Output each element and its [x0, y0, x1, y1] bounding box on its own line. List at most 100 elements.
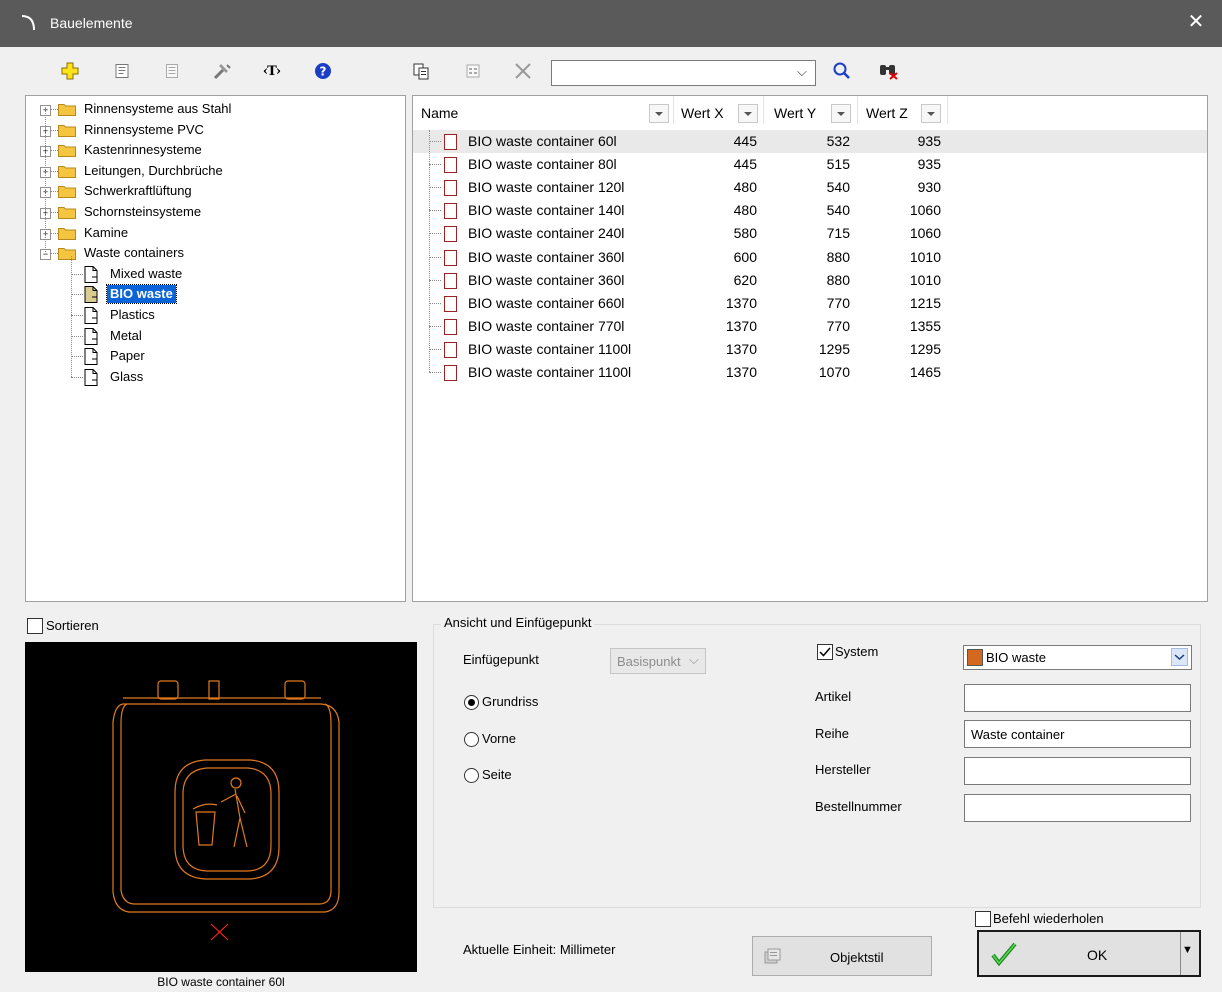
- search-icon[interactable]: [829, 58, 855, 84]
- help-icon[interactable]: ?: [310, 58, 336, 84]
- column-filter-z[interactable]: [921, 104, 941, 123]
- caret-down-icon[interactable]: ▼: [1182, 944, 1193, 956]
- insertpoint-value: Basispunkt: [617, 654, 681, 669]
- row-x: 580: [733, 225, 757, 242]
- row-y: 540: [826, 179, 850, 196]
- tree-folder[interactable]: + Schornsteinsysteme: [26, 202, 404, 222]
- tree-folder[interactable]: + Kamine: [26, 223, 404, 243]
- row-name: BIO waste container 1100l: [468, 364, 632, 380]
- copy-icon[interactable]: [408, 58, 434, 84]
- view-radio-2[interactable]: [464, 768, 479, 783]
- column-header-y[interactable]: Wert Y: [774, 96, 816, 130]
- item-checkbox-icon[interactable]: [444, 157, 457, 174]
- tree-folder-label: Schornsteinsysteme: [84, 204, 202, 219]
- tree-item[interactable]: Plastics: [26, 305, 404, 325]
- row-z: 1215: [909, 294, 941, 311]
- tree-folder[interactable]: + Rinnensysteme PVC: [26, 120, 404, 140]
- table-row[interactable]: BIO waste container 140l 480 540 1060: [413, 199, 1207, 222]
- sort-checkbox[interactable]: [27, 618, 43, 634]
- row-x: 445: [733, 156, 757, 173]
- selected-document-icon: [84, 286, 98, 304]
- item-checkbox-icon[interactable]: [444, 318, 457, 335]
- close-icon[interactable]: ✕: [1184, 10, 1208, 34]
- tree-item[interactable]: Metal: [26, 326, 404, 346]
- ok-button[interactable]: OK ▼: [977, 930, 1201, 977]
- tools-icon[interactable]: [209, 58, 235, 84]
- folder-icon: [58, 124, 76, 137]
- list-icon[interactable]: [159, 58, 185, 84]
- reihe-field[interactable]: Waste container: [964, 720, 1191, 748]
- chevron-down-icon[interactable]: [1171, 648, 1188, 666]
- item-checkbox-icon[interactable]: [444, 295, 457, 312]
- column-header-z[interactable]: Wert Z: [866, 96, 908, 130]
- title-bar: Bauelemente ✕: [0, 0, 1222, 47]
- system-checkbox[interactable]: [817, 644, 833, 660]
- delete-icon[interactable]: [510, 58, 536, 84]
- row-z: 935: [917, 133, 941, 149]
- category-tree[interactable]: + Rinnensysteme aus Stahl + Rinnensystem…: [25, 95, 406, 602]
- artikel-field[interactable]: [964, 684, 1191, 712]
- tree-folder-label: Kamine: [84, 224, 129, 240]
- table-row[interactable]: BIO waste container 240l 580 715 1060: [413, 222, 1207, 245]
- table-row[interactable]: BIO waste container 660l 1370 770 1215: [413, 292, 1207, 315]
- item-checkbox-icon[interactable]: [444, 180, 457, 197]
- item-checkbox-icon[interactable]: [444, 226, 457, 243]
- search-combobox[interactable]: ⌵: [551, 60, 816, 86]
- table-row[interactable]: BIO waste container 1100l 1370 1295 1295: [413, 338, 1207, 361]
- table-row[interactable]: BIO waste container 1100l 1370 1070 1465: [413, 361, 1207, 384]
- sort-label: Sortieren: [46, 618, 99, 633]
- tree-folder[interactable]: + Rinnensysteme aus Stahl: [26, 99, 404, 119]
- text-icon[interactable]: ‹T›: [259, 58, 285, 84]
- column-filter-name[interactable]: [649, 104, 669, 123]
- item-checkbox-icon[interactable]: [444, 134, 457, 150]
- folder-icon: [58, 227, 76, 240]
- tree-item[interactable]: Glass: [26, 367, 404, 387]
- tree-item[interactable]: BIO waste: [26, 284, 404, 305]
- hersteller-field[interactable]: [964, 757, 1191, 785]
- element-list[interactable]: Name Wert X Wert Y Wert Z BIO waste cont…: [412, 95, 1208, 602]
- table-row[interactable]: BIO waste container 770l 1370 770 1355: [413, 315, 1207, 338]
- add-icon[interactable]: [57, 58, 83, 84]
- column-header-x[interactable]: Wert X: [681, 96, 724, 130]
- column-filter-x[interactable]: [738, 104, 758, 123]
- view-radio-0[interactable]: [464, 695, 479, 710]
- item-checkbox-icon[interactable]: [444, 341, 457, 358]
- view-radio-label: Vorne: [482, 731, 516, 746]
- table-icon[interactable]: [460, 58, 486, 84]
- repeat-label: Befehl wiederholen: [993, 911, 1104, 926]
- tree-item[interactable]: Mixed waste: [26, 264, 404, 284]
- row-name: BIO waste container 1100l: [468, 340, 632, 357]
- chevron-down-icon[interactable]: ⌵: [797, 64, 807, 80]
- row-y: 532: [826, 133, 850, 149]
- binoculars-icon[interactable]: [875, 58, 901, 84]
- item-checkbox-icon[interactable]: [444, 365, 457, 381]
- item-checkbox-icon[interactable]: [444, 249, 457, 266]
- table-row[interactable]: BIO waste container 360l 600 880 1010: [413, 246, 1207, 269]
- repeat-checkbox[interactable]: [975, 911, 991, 927]
- hersteller-label: Hersteller: [815, 762, 871, 777]
- objektstil-button[interactable]: Objektstil: [752, 936, 932, 976]
- table-row[interactable]: BIO waste container 60l 445 532 935: [413, 130, 1207, 153]
- insertpoint-select[interactable]: Basispunkt ⌵: [610, 648, 706, 674]
- system-select[interactable]: BIO waste: [963, 645, 1192, 670]
- tree-folder[interactable]: + Leitungen, Durchbrüche: [26, 161, 404, 181]
- table-row[interactable]: BIO waste container 360l 620 880 1010: [413, 269, 1207, 292]
- item-checkbox-icon[interactable]: [444, 203, 457, 220]
- bestellnummer-field[interactable]: [964, 794, 1191, 822]
- tree-item[interactable]: Paper: [26, 346, 404, 366]
- table-row[interactable]: BIO waste container 80l 445 515 935: [413, 153, 1207, 176]
- item-checkbox-icon[interactable]: [444, 272, 457, 289]
- table-row[interactable]: BIO waste container 120l 480 540 930: [413, 176, 1207, 199]
- properties-icon[interactable]: [109, 58, 135, 84]
- column-filter-y[interactable]: [831, 104, 851, 123]
- ok-label: OK: [1087, 947, 1108, 963]
- tree-folder[interactable]: + Schwerkraftlüftung: [26, 181, 404, 201]
- view-radio-label: Seite: [482, 767, 512, 782]
- tree-item-label: Paper: [110, 348, 145, 364]
- tree-folder[interactable]: + Kastenrinnesysteme: [26, 140, 404, 160]
- app-icon: [21, 15, 35, 31]
- view-radio-1[interactable]: [464, 732, 479, 747]
- tree-folder[interactable]: − Waste containers: [26, 243, 404, 263]
- column-header-name[interactable]: Name: [421, 96, 458, 130]
- column-divider: [673, 96, 674, 124]
